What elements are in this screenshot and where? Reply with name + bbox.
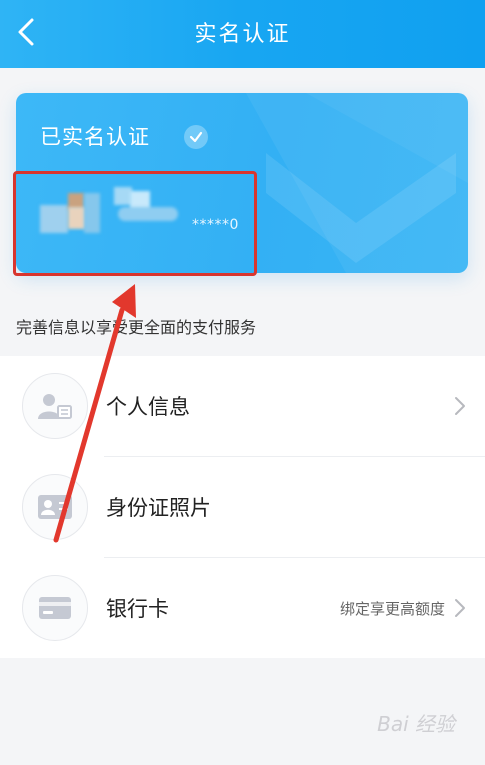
red-highlight-box <box>13 171 257 276</box>
list-item-id-photo[interactable]: 身份证照片 <box>0 457 485 557</box>
top-navigation-bar: 实名认证 <box>0 0 485 68</box>
hint-text: 完善信息以享受更全面的支付服务 <box>16 318 257 337</box>
list-item-bank-card[interactable]: 银行卡 绑定享更高额度 <box>0 558 485 658</box>
bank-card-subtitle: 绑定享更高额度 <box>339 600 445 618</box>
person-card-icon <box>22 373 88 439</box>
list-item-label: 个人信息 <box>106 395 190 419</box>
chevron-right-icon <box>455 599 465 617</box>
page-title: 实名认证 <box>194 22 291 47</box>
check-icon <box>184 125 208 149</box>
list-item-personal-info[interactable]: 个人信息 <box>0 356 485 456</box>
bank-card-icon <box>22 575 88 641</box>
list-item-label: 身份证照片 <box>106 496 211 520</box>
verified-status-text: 已实名认证 <box>40 125 150 149</box>
chevron-right-icon <box>455 397 465 415</box>
id-card-icon <box>22 474 88 540</box>
watermark: Bai 经验 <box>377 712 455 736</box>
list-item-label: 银行卡 <box>106 597 169 621</box>
verification-list: 个人信息 身份证照片 银行卡 绑定享更高额度 <box>0 356 485 658</box>
